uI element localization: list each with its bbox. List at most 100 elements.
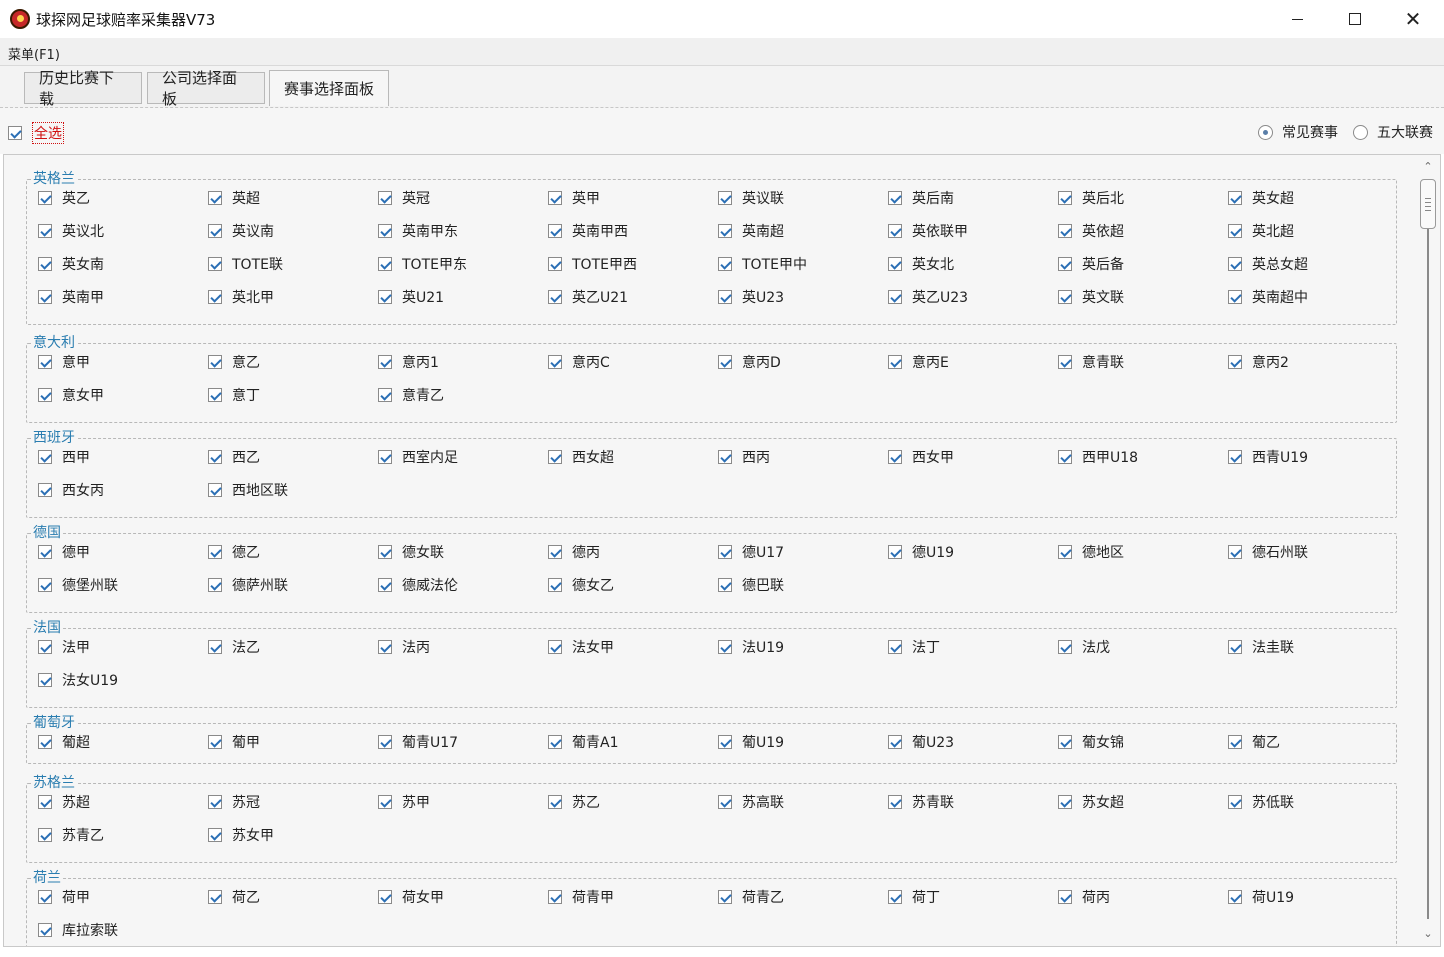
- league-checkbox[interactable]: [718, 578, 732, 592]
- league-checkbox-item[interactable]: 法女U19: [38, 670, 118, 690]
- league-checkbox-item[interactable]: TOTE联: [208, 254, 283, 274]
- league-checkbox[interactable]: [1228, 450, 1242, 464]
- league-checkbox[interactable]: [888, 224, 902, 238]
- league-checkbox[interactable]: [1228, 290, 1242, 304]
- league-checkbox[interactable]: [38, 355, 52, 369]
- league-checkbox[interactable]: [548, 640, 562, 654]
- league-checkbox[interactable]: [38, 191, 52, 205]
- league-checkbox[interactable]: [548, 735, 562, 749]
- league-checkbox-item[interactable]: 西青U19: [1228, 447, 1308, 467]
- maximize-button[interactable]: [1326, 0, 1384, 38]
- league-checkbox-item[interactable]: 西女丙: [38, 480, 104, 500]
- league-checkbox-item[interactable]: 荷丁: [888, 887, 940, 907]
- league-checkbox[interactable]: [378, 450, 392, 464]
- league-checkbox-item[interactable]: 意甲: [38, 352, 90, 372]
- league-checkbox-item[interactable]: 英甲: [548, 188, 600, 208]
- league-checkbox-item[interactable]: 荷甲: [38, 887, 90, 907]
- league-checkbox-item[interactable]: TOTE甲中: [718, 254, 807, 274]
- league-checkbox-item[interactable]: 英依超: [1058, 221, 1124, 241]
- league-checkbox[interactable]: [548, 545, 562, 559]
- league-checkbox-item[interactable]: 德丙: [548, 542, 600, 562]
- league-checkbox-item[interactable]: 英文联: [1058, 287, 1124, 307]
- league-checkbox[interactable]: [208, 640, 222, 654]
- league-checkbox[interactable]: [38, 257, 52, 271]
- league-checkbox[interactable]: [208, 890, 222, 904]
- league-checkbox[interactable]: [888, 545, 902, 559]
- close-button[interactable]: ✕: [1384, 0, 1442, 38]
- league-checkbox-item[interactable]: 法甲: [38, 637, 90, 657]
- league-checkbox[interactable]: [888, 191, 902, 205]
- league-checkbox-item[interactable]: 葡青A1: [548, 732, 618, 752]
- league-checkbox-item[interactable]: 荷U19: [1228, 887, 1294, 907]
- league-checkbox[interactable]: [548, 578, 562, 592]
- radio-top-five-leagues[interactable]: 五大联赛: [1353, 122, 1433, 142]
- league-checkbox[interactable]: [1228, 355, 1242, 369]
- league-checkbox[interactable]: [208, 735, 222, 749]
- vertical-scrollbar[interactable]: ⌃ ⌄: [1419, 155, 1437, 946]
- league-checkbox-item[interactable]: 意乙: [208, 352, 260, 372]
- league-checkbox[interactable]: [888, 257, 902, 271]
- league-checkbox[interactable]: [1058, 795, 1072, 809]
- league-checkbox[interactable]: [548, 224, 562, 238]
- league-checkbox[interactable]: [208, 828, 222, 842]
- league-checkbox[interactable]: [38, 578, 52, 592]
- league-checkbox[interactable]: [1058, 355, 1072, 369]
- league-checkbox-item[interactable]: 德萨州联: [208, 575, 288, 595]
- league-checkbox[interactable]: [208, 450, 222, 464]
- league-checkbox-item[interactable]: 西乙: [208, 447, 260, 467]
- league-checkbox-item[interactable]: 德U19: [888, 542, 954, 562]
- league-checkbox-item[interactable]: 英议南: [208, 221, 274, 241]
- league-checkbox-item[interactable]: 英南甲: [38, 287, 104, 307]
- league-checkbox-item[interactable]: 英后北: [1058, 188, 1124, 208]
- league-checkbox-item[interactable]: 苏乙: [548, 792, 600, 812]
- league-checkbox[interactable]: [1228, 735, 1242, 749]
- league-checkbox[interactable]: [38, 923, 52, 937]
- select-all-checkbox[interactable]: [8, 126, 22, 140]
- scroll-thumb[interactable]: [1420, 179, 1436, 229]
- league-checkbox[interactable]: [378, 640, 392, 654]
- league-checkbox[interactable]: [38, 483, 52, 497]
- league-checkbox[interactable]: [378, 545, 392, 559]
- league-checkbox[interactable]: [548, 890, 562, 904]
- league-checkbox-item[interactable]: 英乙: [38, 188, 90, 208]
- league-checkbox-item[interactable]: 英U21: [378, 287, 444, 307]
- league-checkbox-item[interactable]: 法圭联: [1228, 637, 1294, 657]
- league-checkbox-item[interactable]: TOTE甲西: [548, 254, 637, 274]
- league-checkbox-item[interactable]: 英女北: [888, 254, 954, 274]
- league-checkbox-item[interactable]: 苏超: [38, 792, 90, 812]
- league-checkbox[interactable]: [888, 735, 902, 749]
- league-checkbox-item[interactable]: 英议联: [718, 188, 784, 208]
- league-checkbox-item[interactable]: 苏低联: [1228, 792, 1294, 812]
- league-checkbox[interactable]: [548, 290, 562, 304]
- league-checkbox[interactable]: [38, 640, 52, 654]
- league-checkbox-item[interactable]: 德女乙: [548, 575, 614, 595]
- league-checkbox[interactable]: [1228, 890, 1242, 904]
- league-checkbox-item[interactable]: 意女甲: [38, 385, 104, 405]
- league-checkbox-item[interactable]: 意青乙: [378, 385, 444, 405]
- league-checkbox-item[interactable]: 苏高联: [718, 792, 784, 812]
- league-checkbox-item[interactable]: 西甲U18: [1058, 447, 1138, 467]
- league-checkbox[interactable]: [378, 578, 392, 592]
- league-checkbox-item[interactable]: 葡甲: [208, 732, 260, 752]
- league-checkbox[interactable]: [38, 545, 52, 559]
- league-checkbox-item[interactable]: 英后备: [1058, 254, 1124, 274]
- league-checkbox-item[interactable]: 荷丙: [1058, 887, 1110, 907]
- league-checkbox[interactable]: [38, 795, 52, 809]
- league-checkbox[interactable]: [1058, 191, 1072, 205]
- league-checkbox[interactable]: [1228, 191, 1242, 205]
- league-checkbox[interactable]: [378, 795, 392, 809]
- league-checkbox-item[interactable]: 英议北: [38, 221, 104, 241]
- league-checkbox[interactable]: [378, 890, 392, 904]
- league-checkbox-item[interactable]: 英乙U23: [888, 287, 968, 307]
- league-checkbox-item[interactable]: 法女甲: [548, 637, 614, 657]
- league-checkbox-item[interactable]: 意丁: [208, 385, 260, 405]
- league-checkbox[interactable]: [38, 388, 52, 402]
- league-checkbox[interactable]: [888, 290, 902, 304]
- league-checkbox[interactable]: [38, 828, 52, 842]
- league-checkbox[interactable]: [1228, 257, 1242, 271]
- league-checkbox[interactable]: [1058, 224, 1072, 238]
- league-checkbox[interactable]: [1058, 735, 1072, 749]
- league-checkbox[interactable]: [718, 795, 732, 809]
- league-checkbox-item[interactable]: 英总女超: [1228, 254, 1308, 274]
- league-checkbox[interactable]: [718, 257, 732, 271]
